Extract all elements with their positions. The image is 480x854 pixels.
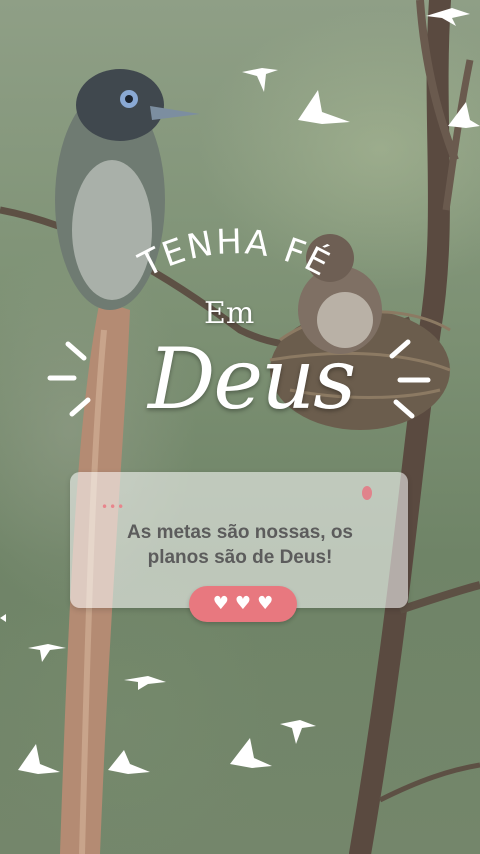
bird-silhouette-icon	[124, 676, 166, 690]
reaction-pill[interactable]: ♥ ♥ ♥	[189, 586, 297, 622]
tree-branch	[398, 581, 480, 614]
bird-silhouette-icon	[0, 614, 6, 622]
headline-line3: Deus	[148, 330, 356, 428]
bird-chest	[72, 160, 152, 300]
headline-line2: Em	[204, 296, 255, 331]
bird-silhouette-icon	[230, 738, 272, 768]
bird-head	[76, 69, 164, 141]
bird-silhouette-icon	[18, 744, 60, 774]
sparkle-burst-icon	[47, 341, 91, 417]
bird-silhouette-icon	[448, 102, 480, 128]
tree-branch	[378, 762, 480, 803]
card-dots: •••	[101, 500, 126, 514]
bird-silhouette-icon	[298, 90, 350, 124]
bird-silhouette-icon	[280, 720, 316, 744]
heart-icon: ♥	[212, 593, 229, 614]
heart-icon: ♥	[257, 593, 274, 614]
card-pin-icon	[362, 486, 372, 500]
quote-text: As metas são nossas, os planos são de De…	[127, 522, 353, 568]
bird-silhouette-icon	[108, 750, 150, 774]
heart-icon: ♥	[234, 593, 252, 614]
bird-silhouette-icon	[242, 68, 278, 92]
bird-silhouette-icon	[28, 644, 66, 662]
bird-beak	[150, 106, 200, 120]
